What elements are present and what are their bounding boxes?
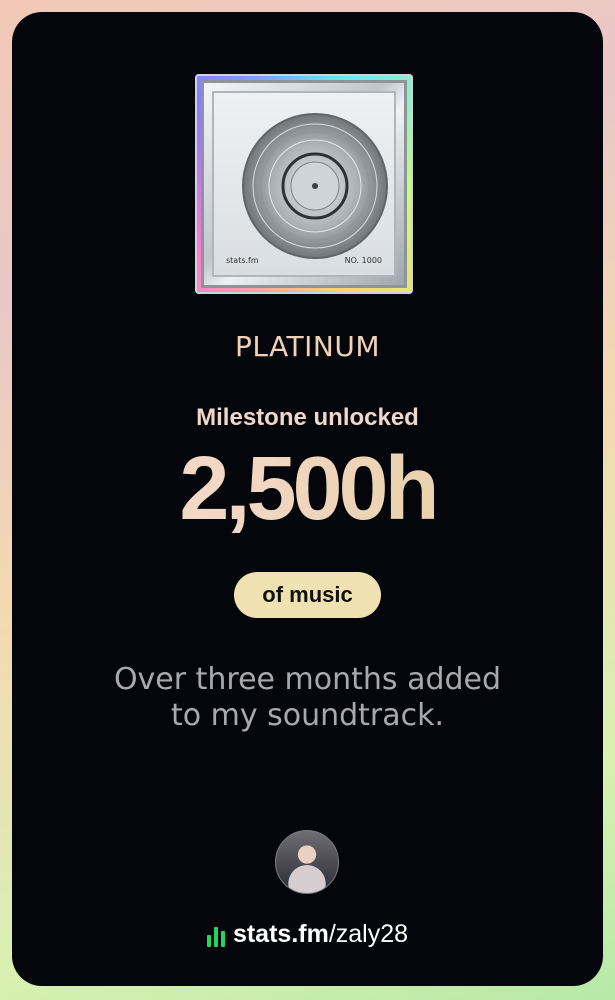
unit-pill: of music: [234, 572, 381, 618]
footer-username: /zaly28: [328, 920, 409, 948]
footer-domain: stats.fm: [232, 920, 329, 948]
platinum-record-plaque: stats.fm NO. 1000: [195, 74, 413, 294]
avatar[interactable]: [275, 830, 339, 894]
milestone-card: stats.fm NO. 1000 PLATINUM Milestone unl…: [12, 12, 603, 986]
milestone-value: 2,500h: [12, 444, 603, 534]
caption: Over three months added to my soundtrack…: [12, 662, 603, 734]
tier-title: PLATINUM: [234, 330, 381, 363]
plaque-number-label: NO. 1000: [344, 256, 382, 265]
caption-line-1: Over three months added: [113, 662, 502, 697]
plaque-brand-label: stats.fm: [226, 256, 259, 265]
profile-link[interactable]: stats.fm/zaly28: [12, 920, 603, 949]
vinyl-disc-icon: [242, 113, 388, 259]
milestone-subtitle: Milestone unlocked: [196, 404, 419, 431]
caption-line-2: to my soundtrack.: [170, 698, 445, 733]
stats-bars-icon: [206, 923, 225, 947]
